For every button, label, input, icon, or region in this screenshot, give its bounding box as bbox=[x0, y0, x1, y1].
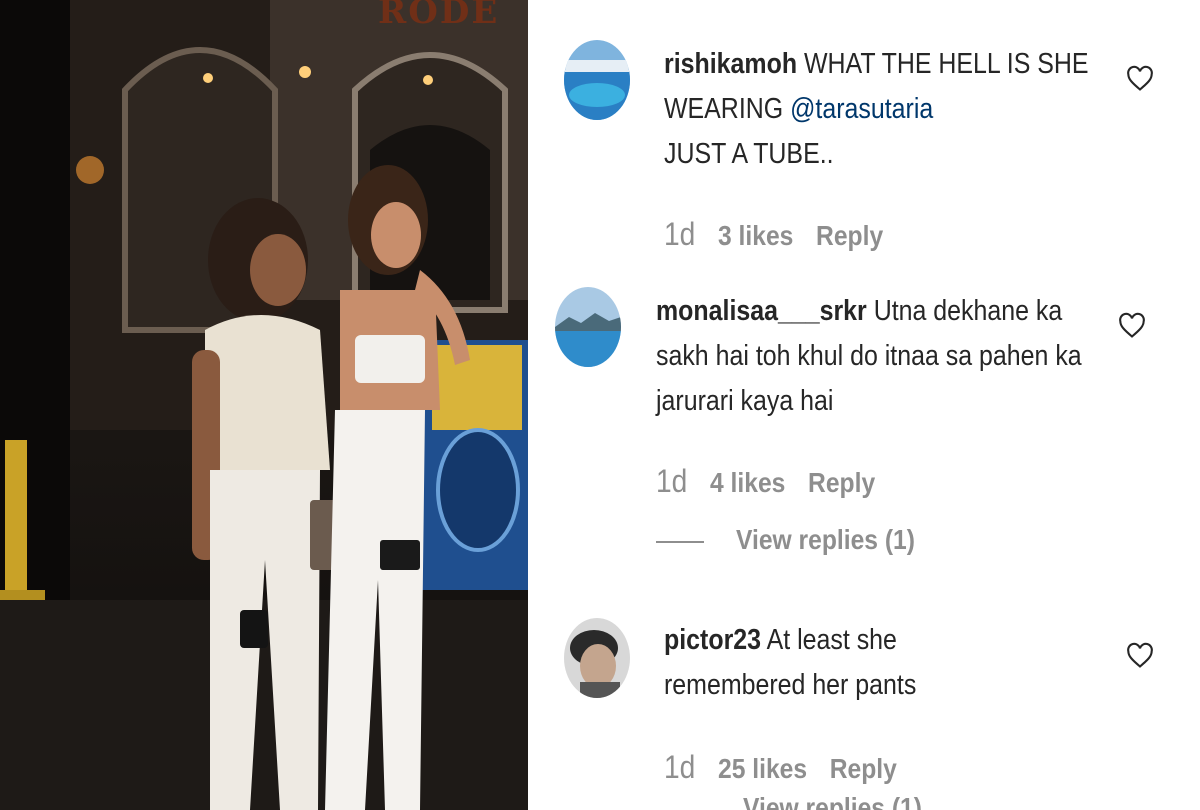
reply-button[interactable]: Reply bbox=[830, 749, 897, 789]
comment-meta: 1d 4 likes Reply bbox=[656, 461, 891, 501]
comment-username[interactable]: monalisaa___srkr bbox=[656, 295, 867, 327]
comments-panel: rishikamoh WHAT THE HELL IS SHE WEARING … bbox=[528, 0, 1200, 810]
view-replies-button[interactable]: View replies (1) bbox=[743, 792, 922, 810]
comment-text: monalisaa___srkr Utna dekhane ka sakh ha… bbox=[656, 289, 1086, 424]
lake-landscape-avatar[interactable] bbox=[555, 287, 621, 367]
comment-username[interactable]: rishikamoh bbox=[664, 48, 797, 80]
comment-time[interactable]: 1d bbox=[664, 214, 695, 254]
reply-button[interactable]: Reply bbox=[808, 463, 875, 503]
comment-meta: 1d 25 likes Reply bbox=[664, 747, 913, 787]
comment-username[interactable]: pictor23 bbox=[664, 624, 761, 656]
man-portrait-avatar[interactable] bbox=[564, 618, 630, 698]
comment-likes[interactable]: 3 likes bbox=[718, 216, 793, 256]
comment-text: rishikamoh WHAT THE HELL IS SHE WEARING … bbox=[664, 42, 1094, 177]
post-photo: RODE bbox=[0, 0, 528, 810]
comment-likes[interactable]: 25 likes bbox=[718, 749, 807, 789]
view-replies-line bbox=[656, 540, 704, 543]
mention-link[interactable]: @tarasutaria bbox=[790, 93, 933, 125]
view-replies-button[interactable]: View replies (1) bbox=[656, 520, 939, 560]
ocean-landscape-avatar[interactable] bbox=[564, 40, 630, 120]
comment-text: pictor23 At least she remembered her pan… bbox=[664, 618, 956, 708]
reply-button[interactable]: Reply bbox=[816, 216, 883, 256]
photo-scene bbox=[0, 0, 528, 810]
view-replies-label: View replies (1) bbox=[736, 524, 915, 555]
heart-icon[interactable] bbox=[1126, 642, 1154, 670]
heart-icon[interactable] bbox=[1118, 312, 1146, 340]
comment-time[interactable]: 1d bbox=[664, 747, 695, 787]
venue-sign: RODE bbox=[378, 0, 500, 32]
heart-icon[interactable] bbox=[1126, 65, 1154, 93]
comment-likes[interactable]: 4 likes bbox=[710, 463, 785, 503]
comment-meta: 1d 3 likes Reply bbox=[664, 214, 899, 254]
comment-time[interactable]: 1d bbox=[656, 461, 687, 501]
comment-body-continued: JUST A TUBE.. bbox=[664, 138, 834, 170]
